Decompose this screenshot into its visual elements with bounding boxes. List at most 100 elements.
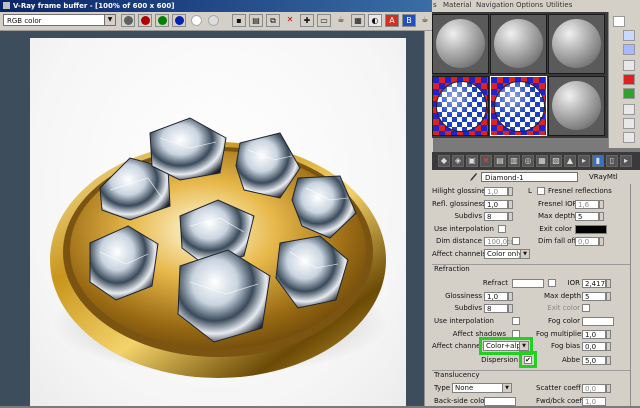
backlight-icon[interactable]	[623, 30, 635, 41]
show-map-in-viewport-icon[interactable]: ▦	[536, 155, 548, 167]
dim-distance-field[interactable]: 100,0cr	[484, 237, 514, 246]
reset-map-icon[interactable]: ✕	[480, 155, 492, 167]
abbe-spinner[interactable]	[606, 356, 611, 365]
background-icon[interactable]	[623, 44, 635, 55]
teapot-icon[interactable]: ☕	[334, 14, 348, 27]
render-region-icon[interactable]: ▭	[317, 14, 331, 27]
fresnel-ior-spinner[interactable]	[599, 200, 604, 209]
clear-icon[interactable]: ✕	[283, 14, 297, 27]
refl-max-depth-spinner[interactable]	[599, 212, 604, 221]
active-mode-icon[interactable]: ▮	[592, 155, 604, 167]
fwd-bck-coeff-field[interactable]: 1,0	[582, 397, 606, 406]
refr-subdivs-field[interactable]: 8	[484, 304, 508, 313]
sample-slot-2[interactable]	[490, 14, 547, 74]
color-correction-icon[interactable]: ◐	[368, 14, 382, 27]
put-to-scene-icon[interactable]: ◈	[452, 155, 464, 167]
track-mouse-icon[interactable]: ✚	[300, 14, 314, 27]
fog-color-swatch[interactable]	[582, 317, 614, 326]
sample-slot-3[interactable]	[548, 14, 605, 74]
material-type-button[interactable]: VRayMtl	[589, 173, 618, 181]
refl-exit-color-swatch[interactable]	[575, 225, 607, 234]
dim-fall-off-spinner[interactable]	[599, 237, 604, 246]
hilight-glossiness-spinner[interactable]	[508, 187, 513, 196]
fog-multiplier-field[interactable]: 1,0	[582, 330, 606, 339]
map-channel-icon[interactable]: ▸	[620, 155, 632, 167]
back-side-color-swatch[interactable]	[484, 397, 516, 406]
make-unique-icon[interactable]: ▤	[494, 155, 506, 167]
abbe-field[interactable]: 5,0	[582, 356, 606, 365]
menu-modes[interactable]: s	[433, 1, 437, 9]
refraction-section-header[interactable]: Refraction	[432, 264, 630, 274]
sample-type-icon[interactable]	[613, 16, 625, 27]
copy-icon[interactable]: ⧉	[266, 14, 280, 27]
fog-bias-spinner[interactable]	[606, 342, 611, 351]
switch-to-rgb-icon[interactable]	[121, 14, 135, 27]
refl-glossiness-field[interactable]: 1,0	[484, 200, 508, 209]
video-color-check-icon[interactable]	[623, 74, 635, 85]
ior-spinner[interactable]	[606, 279, 611, 288]
fresnel-checkbox[interactable]	[537, 187, 545, 195]
get-material-icon[interactable]: ◆	[438, 155, 450, 167]
lut-icon[interactable]: A	[385, 14, 399, 27]
translucency-section-header[interactable]: Translucency	[432, 370, 630, 380]
show-end-result-icon[interactable]: ▧	[550, 155, 562, 167]
sample-uv-tiling-icon[interactable]	[623, 60, 635, 71]
fog-bias-field[interactable]: 0,0	[582, 342, 606, 351]
save-icon[interactable]: ▪	[232, 14, 246, 27]
material-name-field[interactable]: Diamond-1	[481, 172, 578, 182]
sample-slot-6[interactable]	[548, 76, 605, 136]
refl-affect-channels-dropdown[interactable]: Color only ▼	[484, 249, 530, 259]
sample-slot-1[interactable]	[432, 14, 489, 74]
load-icon[interactable]: ▤	[249, 14, 263, 27]
refr-subdivs-spinner[interactable]	[508, 304, 513, 313]
refr-exit-color-checkbox[interactable]	[582, 304, 590, 312]
scatter-coeff-spinner[interactable]	[606, 384, 611, 393]
fresnel-ior-field[interactable]: 1,6	[575, 200, 599, 209]
scatter-coeff-field[interactable]: 0,0	[582, 384, 606, 393]
refr-max-depth-spinner[interactable]	[606, 292, 611, 301]
refl-glossiness-spinner[interactable]	[508, 200, 513, 209]
alpha-icon[interactable]	[189, 14, 203, 27]
red-channel-icon[interactable]	[138, 14, 152, 27]
refl-subdivs-field[interactable]: 8	[484, 212, 508, 221]
ior-field[interactable]: 2,417	[582, 279, 606, 288]
parameters-scrollbar[interactable]	[630, 184, 640, 406]
pick-material-icon[interactable]: ▯	[606, 155, 618, 167]
refract-color-swatch[interactable]	[512, 279, 544, 288]
dim-fall-off-field[interactable]: 0,0	[575, 237, 599, 246]
blue-channel-icon[interactable]	[172, 14, 186, 27]
options-icon[interactable]	[623, 104, 635, 115]
go-to-parent-icon[interactable]: ▲	[564, 155, 576, 167]
translucency-type-dropdown[interactable]: None ▼	[452, 383, 512, 393]
vfb-history-icon[interactable]: ▦	[351, 14, 365, 27]
mono-icon[interactable]	[206, 14, 220, 27]
refr-glossiness-field[interactable]: 1,0	[484, 292, 508, 301]
fog-multiplier-spinner[interactable]	[606, 330, 611, 339]
teapot-settings-icon[interactable]: ☕	[418, 14, 432, 27]
refr-use-interpolation-checkbox[interactable]	[512, 317, 520, 325]
refl-subdivs-spinner[interactable]	[508, 212, 513, 221]
material-map-navigator-icon[interactable]	[623, 132, 635, 143]
menu-options[interactable]: Options	[516, 1, 543, 9]
go-forward-to-sibling-icon[interactable]: ▸	[578, 155, 590, 167]
refr-glossiness-spinner[interactable]	[508, 292, 513, 301]
put-to-library-icon[interactable]: ▥	[508, 155, 520, 167]
sample-slot-4[interactable]	[432, 76, 489, 136]
assign-to-selection-icon[interactable]: ▣	[466, 155, 478, 167]
eyedropper-icon[interactable]	[469, 172, 478, 182]
hilight-glossiness-field[interactable]: 1,0	[484, 187, 508, 196]
channel-select[interactable]: RGB color ▼	[3, 14, 116, 26]
menu-navigation[interactable]: Navigation	[476, 1, 514, 9]
sample-slot-diamond-active[interactable]	[490, 76, 547, 136]
select-by-material-icon[interactable]	[623, 118, 635, 129]
menu-material[interactable]: Material	[443, 1, 471, 9]
dim-distance-checkbox[interactable]	[512, 237, 520, 245]
refr-max-depth-field[interactable]: 5	[582, 292, 606, 301]
refl-max-depth-field[interactable]: 5	[575, 212, 599, 221]
material-id-channel-icon[interactable]: ◎	[522, 155, 534, 167]
refl-use-interpolation-checkbox[interactable]	[498, 225, 506, 233]
green-channel-icon[interactable]	[155, 14, 169, 27]
make-preview-icon[interactable]	[623, 88, 635, 99]
stamp-icon[interactable]: B	[402, 14, 416, 27]
menu-utilities[interactable]: Utilities	[546, 1, 572, 9]
